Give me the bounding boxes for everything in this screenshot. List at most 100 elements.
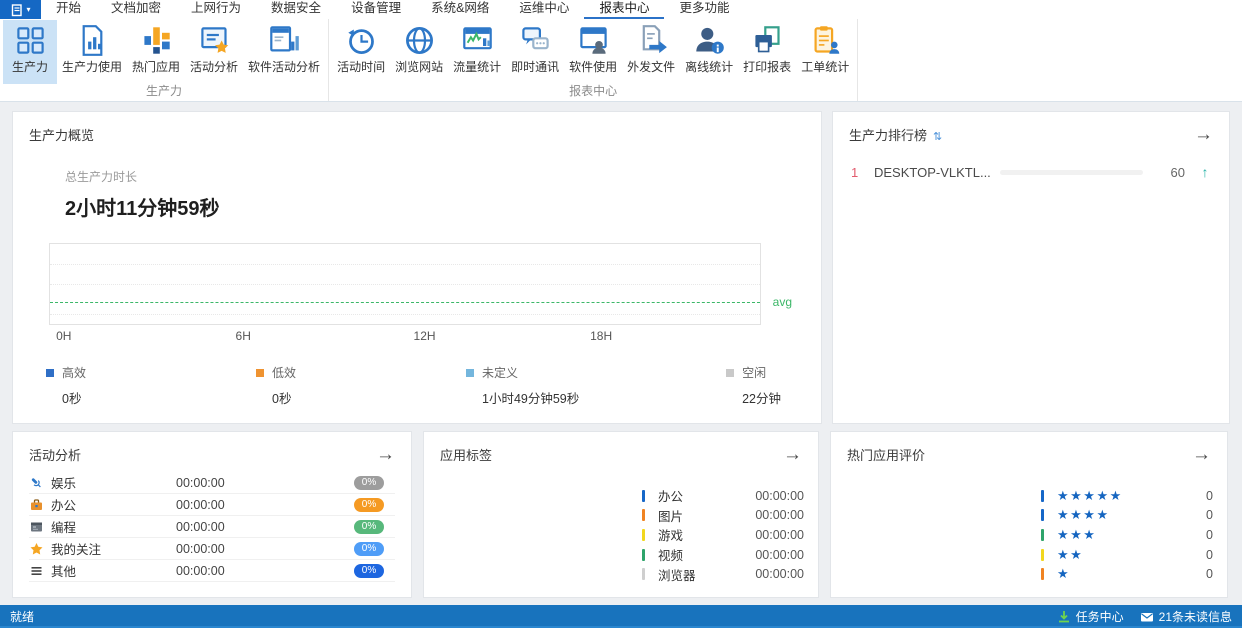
x-tick-label: 0H xyxy=(56,329,72,343)
app-tag-row[interactable]: 浏览器 00:00:00 xyxy=(642,564,804,584)
gridline xyxy=(50,313,760,315)
tag-time: 00:00:00 xyxy=(755,508,804,523)
star-rating: ★★★★ xyxy=(1057,507,1110,523)
mail-icon xyxy=(1140,610,1154,624)
ribbon-button-热门应用[interactable]: 热门应用 xyxy=(127,20,185,84)
rating-count: 0 xyxy=(1206,488,1213,503)
status-ready-text: 就绪 xyxy=(10,610,35,624)
my-focus-icon xyxy=(29,542,44,556)
ribbon-button-软件使用[interactable]: 软件使用 xyxy=(564,20,622,84)
app-tag-row[interactable]: 视频 00:00:00 xyxy=(642,545,804,565)
tag-color-bar xyxy=(642,509,645,522)
offline-stats-icon xyxy=(693,24,726,57)
ribbon-button-label: 流量统计 xyxy=(453,60,502,74)
productivity-usage-icon xyxy=(76,24,109,57)
ribbon-button-label: 打印报表 xyxy=(743,60,792,74)
legend-label: 低效 xyxy=(272,366,297,380)
tab-报表中心[interactable]: 报表中心 xyxy=(584,0,665,19)
rating-rows: ★★★★★ 0 ★★★★ 0 ★★★ 0 ★★ 0 ★ 0 xyxy=(1041,486,1213,584)
activity-row[interactable]: 其他 00:00:00 0% xyxy=(29,560,395,582)
ribbon-button-活动分析[interactable]: 活动分析 xyxy=(185,20,243,84)
tab-文档加密[interactable]: 文档加密 xyxy=(96,0,176,19)
ribbon-button-活动时间[interactable]: 活动时间 xyxy=(332,20,390,84)
activity-row[interactable]: 娱乐 00:00:00 0% xyxy=(29,472,395,494)
legend-value: 0秒 xyxy=(62,392,82,406)
tab-更多功能[interactable]: 更多功能 xyxy=(664,0,744,19)
arrow-right-icon[interactable]: → xyxy=(1192,445,1211,464)
ribbon-button-label: 软件使用 xyxy=(569,60,618,74)
rating-count: 0 xyxy=(1206,567,1213,582)
tag-time: 00:00:00 xyxy=(755,567,804,582)
tag-color-bar xyxy=(642,489,645,502)
ribbon-button-生产力使用[interactable]: 生产力使用 xyxy=(57,20,127,84)
app-tag-row[interactable]: 办公 00:00:00 xyxy=(642,486,804,506)
software-activity-icon xyxy=(268,24,301,57)
sort-icon[interactable]: ⇅ xyxy=(933,131,942,143)
activity-time: 00:00:00 xyxy=(176,541,225,556)
productivity-icon xyxy=(14,24,47,57)
avg-line xyxy=(50,301,760,303)
tab-系统&网络[interactable]: 系统&网络 xyxy=(416,0,504,19)
activity-label: 娱乐 xyxy=(51,477,77,491)
activity-label: 编程 xyxy=(51,521,77,535)
legend-item: 高效 0秒 xyxy=(46,364,256,407)
browse-website-icon xyxy=(403,24,436,57)
activity-row[interactable]: 办公 00:00:00 0% xyxy=(29,494,395,516)
task-center-button[interactable]: 任务中心 xyxy=(1057,608,1124,625)
ribbon-button-生产力[interactable]: 生产力 xyxy=(3,20,57,84)
score-bar xyxy=(1000,169,1143,175)
activity-row[interactable]: 编程 00:00:00 0% xyxy=(29,516,395,538)
ribbon-button-离线统计[interactable]: 离线统计 xyxy=(680,20,738,84)
rating-row[interactable]: ★ 0 xyxy=(1041,564,1213,584)
rating-row[interactable]: ★★★★ 0 xyxy=(1041,506,1213,526)
ribbon-button-浏览网站[interactable]: 浏览网站 xyxy=(390,20,448,84)
ranking-row[interactable]: 1 DESKTOP-VLKTL... 60 ↑ xyxy=(833,164,1229,180)
productivity-chart: avg xyxy=(49,243,792,325)
chevron-down-icon: ▾ xyxy=(26,4,31,14)
panel-hot-app-ratings: 热门应用评价 → ★★★★★ 0 ★★★★ 0 ★★★ 0 ★★ 0 ★ 0 xyxy=(830,431,1228,598)
tab-运维中心[interactable]: 运维中心 xyxy=(504,0,584,19)
download-icon xyxy=(1057,610,1071,624)
legend-value: 1小时49分钟59秒 xyxy=(482,392,580,406)
ribbon-button-label: 活动分析 xyxy=(190,60,239,74)
app-menu-button[interactable]: ▾ xyxy=(0,0,41,19)
ribbon-button-即时通讯[interactable]: 即时通讯 xyxy=(506,20,564,84)
app-tag-row[interactable]: 游戏 00:00:00 xyxy=(642,525,804,545)
tab-数据安全[interactable]: 数据安全 xyxy=(256,0,336,19)
unread-messages-button[interactable]: 21条未读信息 xyxy=(1140,608,1232,625)
panel-productivity-overview: 生产力概览 总生产力时长 2小时11分钟59秒 avg 0H 6H 12H 18H 高… xyxy=(12,111,822,424)
arrow-right-icon[interactable]: → xyxy=(1194,125,1213,144)
activity-row[interactable]: 我的关注 00:00:00 0% xyxy=(29,538,395,560)
ribbon-button-软件活动分析[interactable]: 软件活动分析 xyxy=(243,20,325,84)
entertainment-icon xyxy=(29,476,44,490)
rating-row[interactable]: ★★★★★ 0 xyxy=(1041,486,1213,506)
ribbon-group-label: 报表中心 xyxy=(569,84,618,98)
percent-badge: 0% xyxy=(354,563,384,578)
x-tick-label: 12H xyxy=(413,329,436,343)
rank-number: 1 xyxy=(851,164,859,180)
ribbon-button-流量统计[interactable]: 流量统计 xyxy=(448,20,506,84)
tag-label: 办公 xyxy=(658,490,684,505)
outgoing-files-icon xyxy=(635,24,668,57)
tab-上网行为[interactable]: 上网行为 xyxy=(176,0,256,19)
tab-开始[interactable]: 开始 xyxy=(41,0,96,19)
app-tag-row[interactable]: 图片 00:00:00 xyxy=(642,506,804,526)
ribbon-group: 活动时间 浏览网站 流量统计 即时通讯 软件使用 外发文件 离线统计 打印报表 工单统计报表中心 xyxy=(329,19,859,101)
tab-设备管理[interactable]: 设备管理 xyxy=(336,0,416,19)
ribbon-button-工单统计[interactable]: 工单统计 xyxy=(796,20,854,84)
traffic-stats-icon xyxy=(461,24,494,57)
arrow-right-icon[interactable]: → xyxy=(376,445,395,464)
activity-label: 办公 xyxy=(51,499,77,513)
arrow-right-icon[interactable]: → xyxy=(783,445,802,464)
rating-color-bar xyxy=(1041,528,1044,541)
rating-row[interactable]: ★★ 0 xyxy=(1041,545,1213,565)
panel-title: 生产力排行榜 ⇅ xyxy=(849,128,943,143)
rating-count: 0 xyxy=(1206,547,1213,562)
ribbon-button-label: 生产力 xyxy=(11,60,48,74)
ribbon-button-外发文件[interactable]: 外发文件 xyxy=(622,20,680,84)
percent-badge: 0% xyxy=(354,497,384,512)
ribbon-button-打印报表[interactable]: 打印报表 xyxy=(738,20,796,84)
rating-row[interactable]: ★★★ 0 xyxy=(1041,525,1213,545)
activity-label: 我的关注 xyxy=(51,543,102,557)
total-duration-label: 总生产力时长 xyxy=(65,170,138,184)
